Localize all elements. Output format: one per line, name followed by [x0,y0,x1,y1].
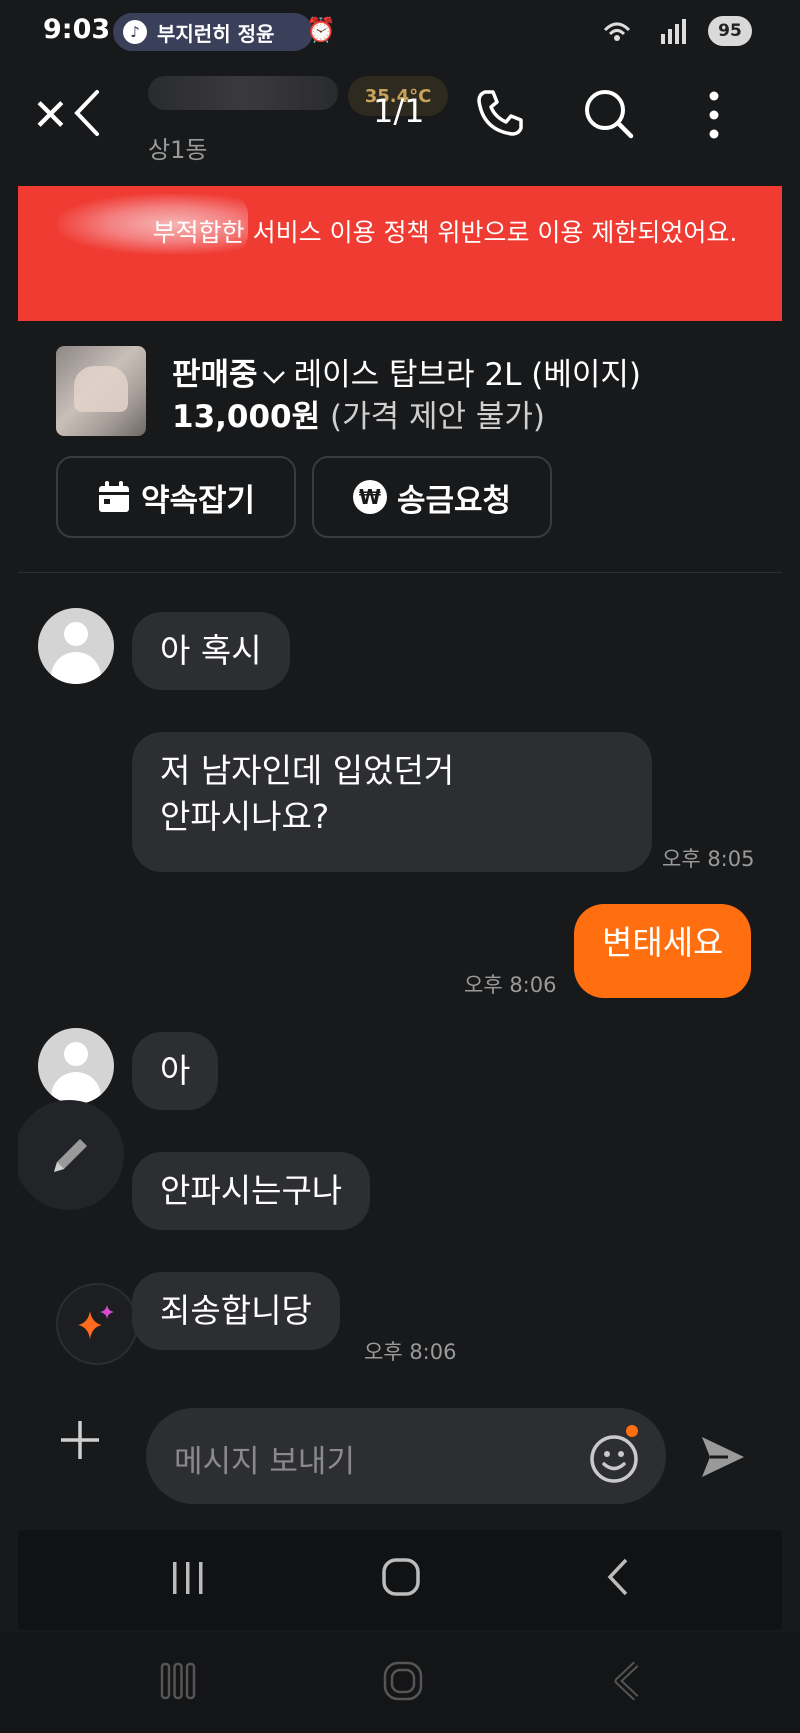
divider [18,572,782,573]
avatar[interactable] [38,608,114,684]
music-note-icon: ♪ [123,20,147,44]
alarm-icon: ⏰ [306,16,336,44]
signal-icons [603,16,698,51]
price-note: (가격 제안 불가) [330,399,546,435]
send-icon[interactable] [698,1433,748,1485]
outer-navigation-bar [0,1632,800,1733]
recents-icon[interactable] [170,1560,206,1596]
avatar[interactable] [38,1028,114,1104]
message-time: 오후 8:06 [364,1340,457,1364]
emoji-icon[interactable] [588,1433,640,1489]
home-icon[interactable] [382,1660,424,1702]
status-time: 9:03 [43,14,111,45]
ai-assist-button[interactable] [56,1283,138,1365]
product-thumbnail[interactable] [56,346,146,436]
plus-icon[interactable] [58,1418,102,1471]
phone-icon[interactable] [473,86,527,144]
navigation-bar [18,1530,782,1630]
appointment-button[interactable]: 약속잡기 [56,456,296,538]
search-icon[interactable] [581,86,637,146]
page-counter: 1/1 [373,92,425,130]
phone-screen: 9:03 ♪ 부지런히 정윤 ⏰ 95 ✕ 35.4°C 1/1 상1동 부적합… [18,0,782,1632]
media-pill[interactable]: ♪ 부지런히 정윤 [113,13,313,51]
chevron-down-icon[interactable] [262,363,286,391]
product-title-line: 판매중 레이스 탑브라 2L (베이지) [172,349,641,394]
back-nav-icon[interactable] [604,1556,632,1598]
sparkle-icon [78,1305,114,1339]
restriction-banner: 부적합한 서비스 이용 정책 위반으로 이용 제한되었어요. [18,186,782,321]
message-bubble: 아 [132,1032,219,1110]
recents-icon[interactable] [160,1662,196,1700]
pencil-icon [54,1139,87,1172]
payment-request-button[interactable]: ₩ 송금요청 [312,456,552,538]
message-time: 오후 8:06 [464,973,557,997]
won-icon: ₩ [352,480,387,514]
notification-dot [626,1425,638,1437]
home-icon[interactable] [380,1556,422,1598]
status-bar: 9:03 ♪ 부지런히 정윤 ⏰ 95 [18,0,782,64]
user-name-redacted [148,76,338,110]
product-title: 레이스 탑브라 2L (베이지) [293,357,641,393]
edit-button[interactable] [18,1100,124,1210]
message-input-placeholder: 메시지 보내기 [174,1444,355,1480]
my-message-bubble: 변태세요 [574,904,752,998]
appointment-label: 약속잡기 [140,482,256,519]
battery-indicator: 95 [708,16,752,46]
message-bubble: 죄송합니당 [132,1272,340,1350]
media-title: 부지런히 정윤 [157,21,275,46]
product-image-shape [74,366,128,412]
product-status[interactable]: 판매중 [172,357,258,393]
message-bubble: 아 혹시 [132,612,290,690]
close-icon[interactable]: ✕ [32,94,69,138]
message-bubble: 저 남자인데 입었던거 안파시나요? [132,732,652,872]
product-card[interactable]: 판매중 레이스 탑브라 2L (베이지) 13,000원 (가격 제안 불가) … [18,321,782,571]
more-icon[interactable] [708,90,720,144]
calendar-icon [98,481,129,512]
back-nav-icon[interactable] [612,1660,642,1702]
message-bubble: 안파시는구나 [132,1152,371,1230]
payment-label: 송금요청 [396,482,512,519]
message-time: 오후 8:05 [662,847,755,871]
banner-text: 부적합한 서비스 이용 정책 위반으로 이용 제한되었어요. [152,218,738,247]
product-price-line: 13,000원 (가격 제안 불가) [172,391,545,436]
user-location: 상1동 [148,136,208,164]
product-price: 13,000원 [172,399,321,435]
chat-header: ✕ 35.4°C 1/1 상1동 [18,64,782,164]
back-icon[interactable] [72,88,102,142]
